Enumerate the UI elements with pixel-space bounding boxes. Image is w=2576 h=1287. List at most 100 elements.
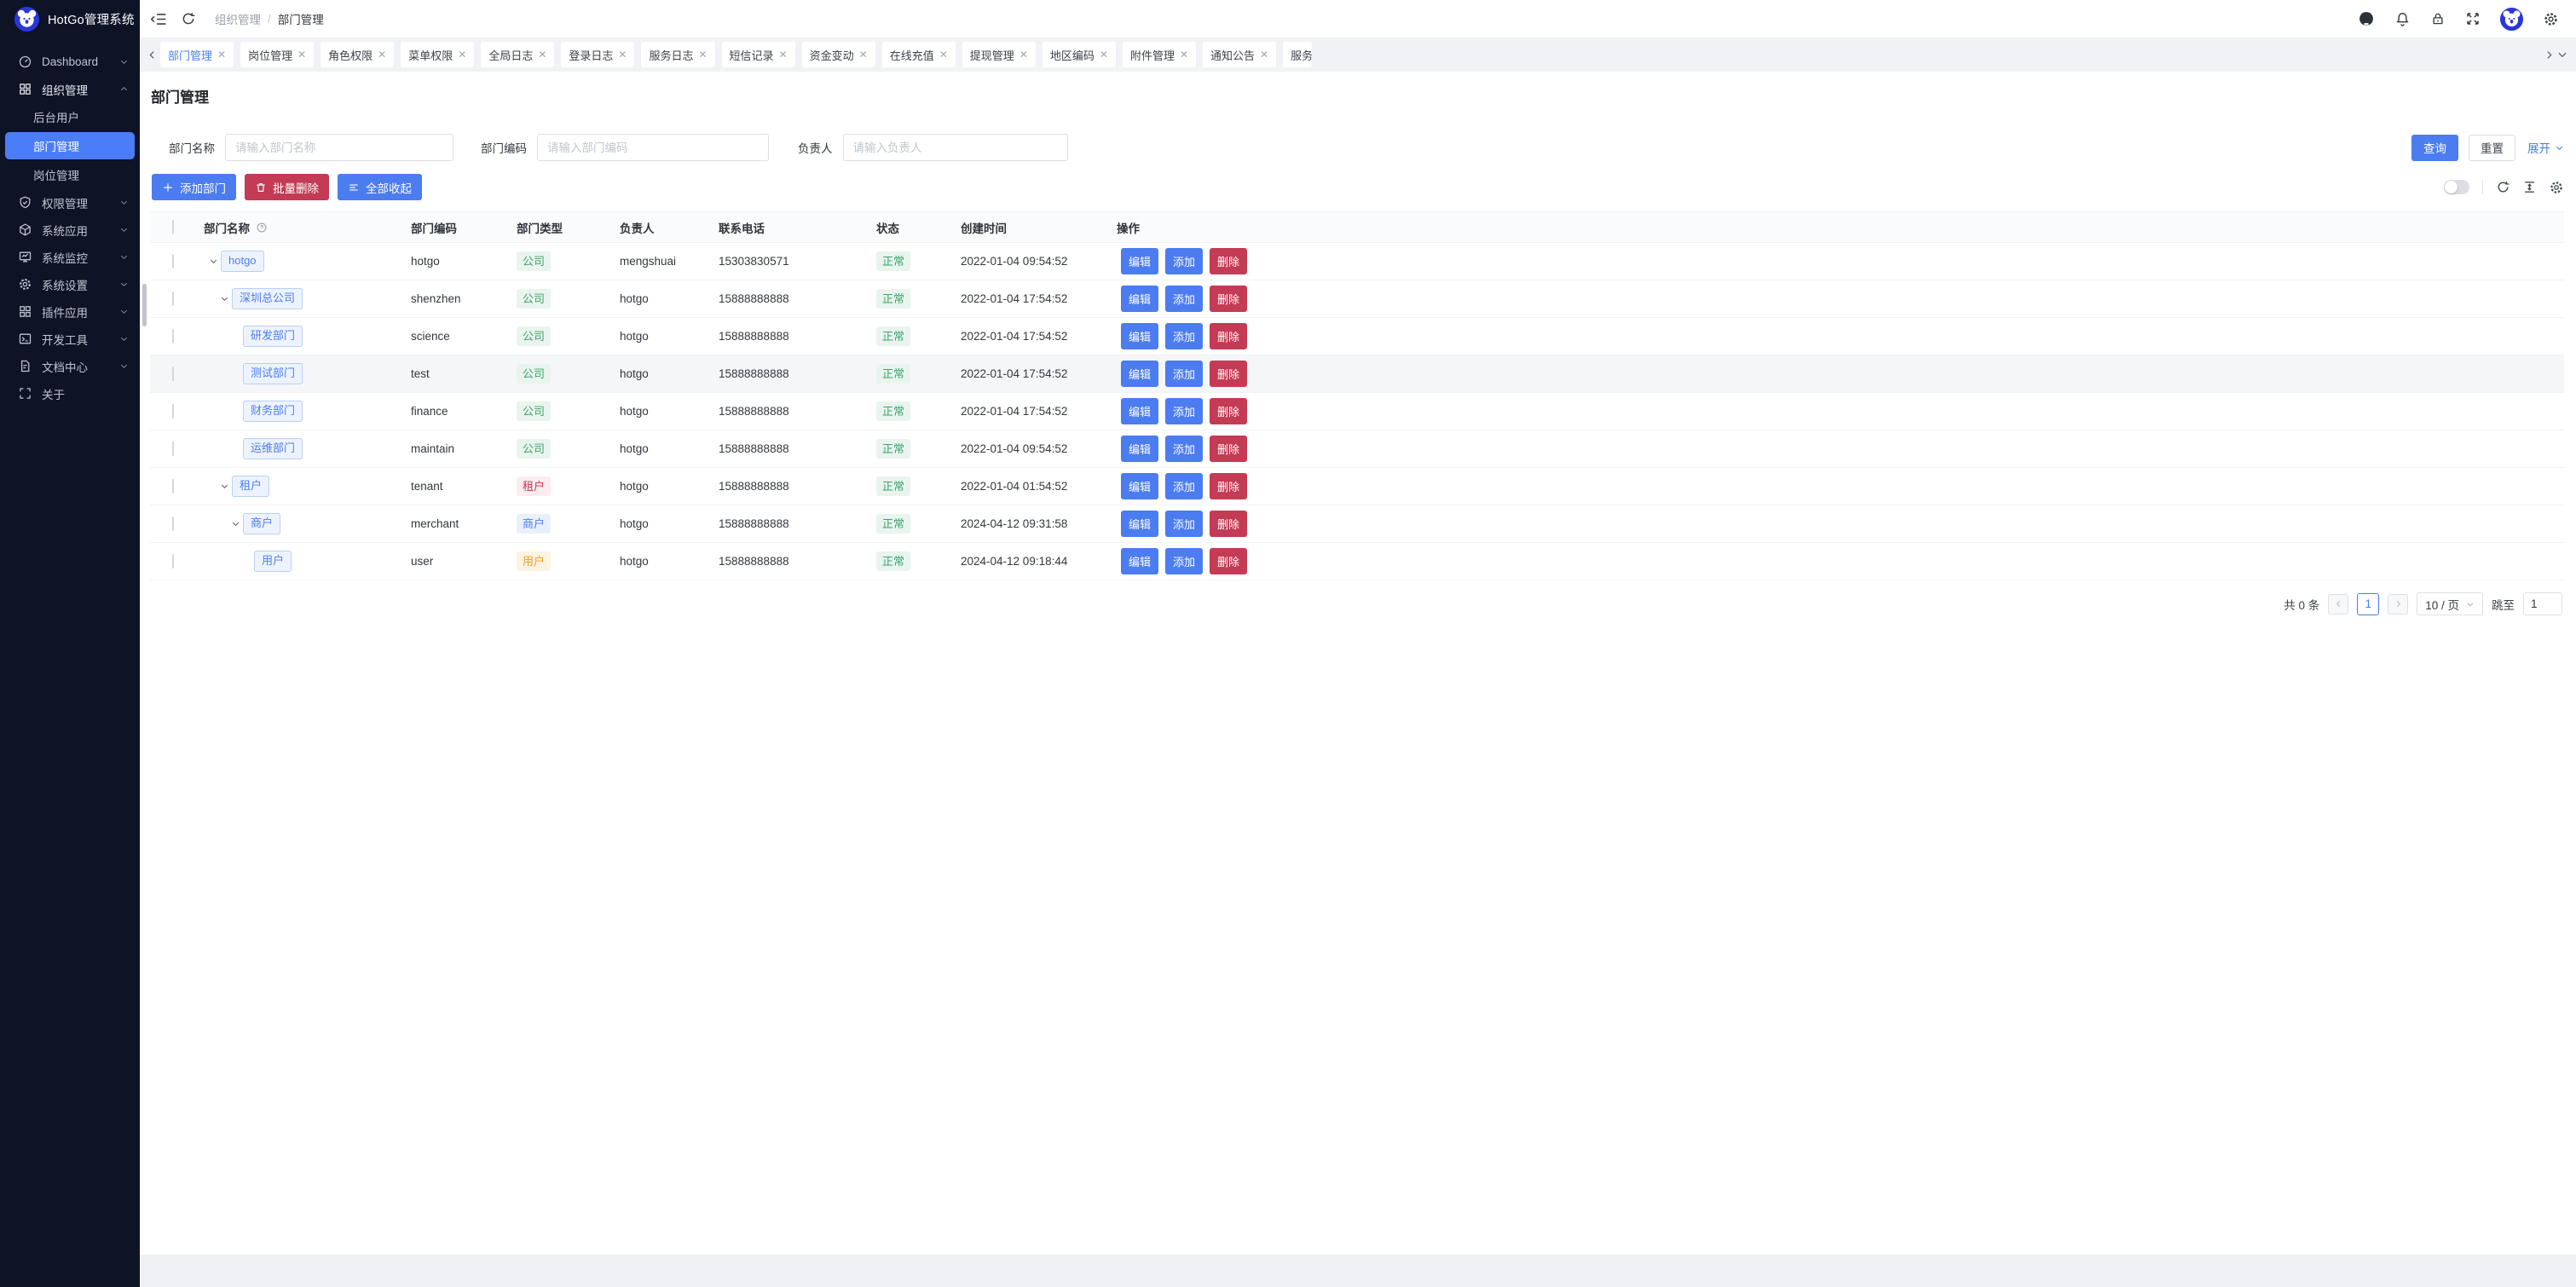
dept-name-tag[interactable]: 研发部门 bbox=[243, 326, 303, 346]
dept-code-input[interactable] bbox=[537, 134, 769, 161]
add-row-button[interactable]: 添加 bbox=[1165, 473, 1203, 499]
lock-icon[interactable] bbox=[2430, 11, 2446, 26]
tab-close-icon[interactable]: ✕ bbox=[779, 49, 788, 60]
edit-row-button[interactable]: 编辑 bbox=[1121, 511, 1158, 537]
sidebar-item-doc-center[interactable]: 文档中心 bbox=[0, 354, 140, 378]
tab-menu-perm[interactable]: 菜单权限✕ bbox=[401, 42, 474, 67]
edit-row-button[interactable]: 编辑 bbox=[1121, 286, 1158, 312]
delete-row-button[interactable]: 删除 bbox=[1210, 473, 1247, 499]
table-refresh-icon[interactable] bbox=[2496, 180, 2510, 194]
expand-link[interactable]: 展开 bbox=[2527, 139, 2564, 156]
sidebar-item-plugin-app[interactable]: 插件应用 bbox=[0, 299, 140, 324]
add-row-button[interactable]: 添加 bbox=[1165, 398, 1203, 424]
dept-name-tag[interactable]: 用户 bbox=[254, 551, 292, 571]
refresh-icon[interactable] bbox=[181, 11, 196, 26]
row-density-icon[interactable] bbox=[2522, 180, 2537, 194]
collapse-all-button[interactable]: 全部收起 bbox=[338, 174, 422, 200]
edit-row-button[interactable]: 编辑 bbox=[1121, 548, 1158, 574]
select-all-checkbox[interactable] bbox=[172, 220, 174, 234]
row-checkbox[interactable] bbox=[172, 254, 174, 268]
add-dept-button[interactable]: 添加部门 bbox=[152, 174, 236, 200]
tree-toggle-switch[interactable] bbox=[2444, 180, 2469, 194]
add-row-button[interactable]: 添加 bbox=[1165, 548, 1203, 574]
leader-input[interactable] bbox=[843, 134, 1068, 161]
dept-name-tag[interactable]: 深圳总公司 bbox=[232, 288, 303, 309]
sidebar-item-sys-setting[interactable]: 系统设置 bbox=[0, 272, 140, 297]
edit-row-button[interactable]: 编辑 bbox=[1121, 248, 1158, 274]
tab-close-icon[interactable]: ✕ bbox=[297, 49, 306, 60]
delete-row-button[interactable]: 删除 bbox=[1210, 398, 1247, 424]
edit-row-button[interactable]: 编辑 bbox=[1121, 323, 1158, 349]
tab-login-log[interactable]: 登录日志✕ bbox=[561, 42, 634, 67]
delete-row-button[interactable]: 删除 bbox=[1210, 511, 1247, 537]
tab-close-icon[interactable]: ✕ bbox=[538, 49, 546, 60]
tab-online-recharge[interactable]: 在线充值✕ bbox=[882, 42, 956, 67]
dept-name-tag[interactable]: 运维部门 bbox=[243, 438, 303, 459]
sidebar-item-org-manage[interactable]: 组织管理 bbox=[0, 77, 140, 101]
batch-delete-button[interactable]: 批量删除 bbox=[245, 174, 329, 200]
row-expand-icon[interactable] bbox=[231, 519, 243, 528]
dept-name-tag[interactable]: hotgo bbox=[221, 251, 264, 271]
row-checkbox[interactable] bbox=[172, 554, 174, 568]
row-checkbox[interactable] bbox=[172, 366, 174, 381]
tab-close-icon[interactable]: ✕ bbox=[698, 49, 707, 60]
sidebar-item-about[interactable]: 关于 bbox=[0, 381, 140, 406]
add-row-button[interactable]: 添加 bbox=[1165, 511, 1203, 537]
tab-global-log[interactable]: 全局日志✕ bbox=[481, 42, 554, 67]
tab-sms-record[interactable]: 短信记录✕ bbox=[722, 42, 795, 67]
table-settings-icon[interactable] bbox=[2549, 180, 2564, 195]
delete-row-button[interactable]: 删除 bbox=[1210, 548, 1247, 574]
dept-name-tag[interactable]: 测试部门 bbox=[243, 363, 303, 384]
row-checkbox[interactable] bbox=[172, 291, 174, 306]
avatar-koala[interactable] bbox=[2500, 8, 2523, 31]
dept-name-tag[interactable]: 商户 bbox=[243, 513, 280, 534]
edit-row-button[interactable]: 编辑 bbox=[1121, 436, 1158, 462]
row-expand-icon[interactable] bbox=[209, 257, 221, 266]
tab-close-icon[interactable]: ✕ bbox=[618, 49, 627, 60]
tab-role-perm[interactable]: 角色权限✕ bbox=[321, 42, 394, 67]
sidebar-item-dept-manage[interactable]: 部门管理 bbox=[5, 132, 135, 159]
dept-name-tag[interactable]: 租户 bbox=[232, 476, 269, 496]
breadcrumb-parent[interactable]: 组织管理 bbox=[215, 10, 261, 27]
add-row-button[interactable]: 添加 bbox=[1165, 361, 1203, 387]
tab-post-manage[interactable]: 岗位管理✕ bbox=[240, 42, 314, 67]
add-row-button[interactable]: 添加 bbox=[1165, 248, 1203, 274]
delete-row-button[interactable]: 删除 bbox=[1210, 436, 1247, 462]
tab-close-icon[interactable]: ✕ bbox=[217, 49, 226, 60]
row-checkbox[interactable] bbox=[172, 479, 174, 493]
dept-name-tag[interactable]: 财务部门 bbox=[243, 401, 303, 421]
edit-row-button[interactable]: 编辑 bbox=[1121, 473, 1158, 499]
tab-region-code[interactable]: 地区编码✕ bbox=[1043, 42, 1116, 67]
row-checkbox[interactable] bbox=[172, 442, 174, 456]
delete-row-button[interactable]: 删除 bbox=[1210, 286, 1247, 312]
tab-dept-manage[interactable]: 部门管理✕ bbox=[160, 42, 234, 67]
delete-row-button[interactable]: 删除 bbox=[1210, 323, 1247, 349]
delete-row-button[interactable]: 删除 bbox=[1210, 248, 1247, 274]
tabs-scroll-right-icon[interactable] bbox=[2542, 49, 2556, 61]
fullscreen-icon[interactable] bbox=[2465, 11, 2481, 26]
edit-row-button[interactable]: 编辑 bbox=[1121, 361, 1158, 387]
sidebar-item-sys-monitor[interactable]: 系统监控 bbox=[0, 245, 140, 269]
tab-close-icon[interactable]: ✕ bbox=[939, 49, 948, 60]
dept-name-input[interactable] bbox=[225, 134, 453, 161]
tab-close-icon[interactable]: ✕ bbox=[378, 49, 386, 60]
row-checkbox[interactable] bbox=[172, 404, 174, 418]
row-expand-icon[interactable] bbox=[220, 482, 232, 491]
prev-page-button[interactable] bbox=[2328, 594, 2348, 615]
sidebar-item-backend-user[interactable]: 后台用户 bbox=[0, 104, 140, 130]
row-checkbox[interactable] bbox=[172, 329, 174, 343]
tab-close-icon[interactable]: ✕ bbox=[1019, 49, 1028, 60]
tab-close-icon[interactable]: ✕ bbox=[1180, 49, 1188, 60]
bell-icon[interactable] bbox=[2394, 11, 2411, 27]
row-expand-icon[interactable] bbox=[220, 294, 232, 303]
tab-service-log[interactable]: 服务日志✕ bbox=[641, 42, 714, 67]
sidebar-item-perm-manage[interactable]: 权限管理 bbox=[0, 190, 140, 215]
tab-close-icon[interactable]: ✕ bbox=[1100, 49, 1108, 60]
tab-notice[interactable]: 通知公告✕ bbox=[1203, 42, 1276, 67]
tabs-scroll-left-icon[interactable] bbox=[145, 49, 159, 61]
next-page-button[interactable] bbox=[2388, 594, 2408, 615]
tab-close-icon[interactable]: ✕ bbox=[1260, 49, 1268, 60]
page-size-select[interactable]: 10 / 页 bbox=[2417, 592, 2483, 615]
question-circle-icon[interactable] bbox=[256, 222, 268, 234]
tab-attachment-manage[interactable]: 附件管理✕ bbox=[1123, 42, 1196, 67]
